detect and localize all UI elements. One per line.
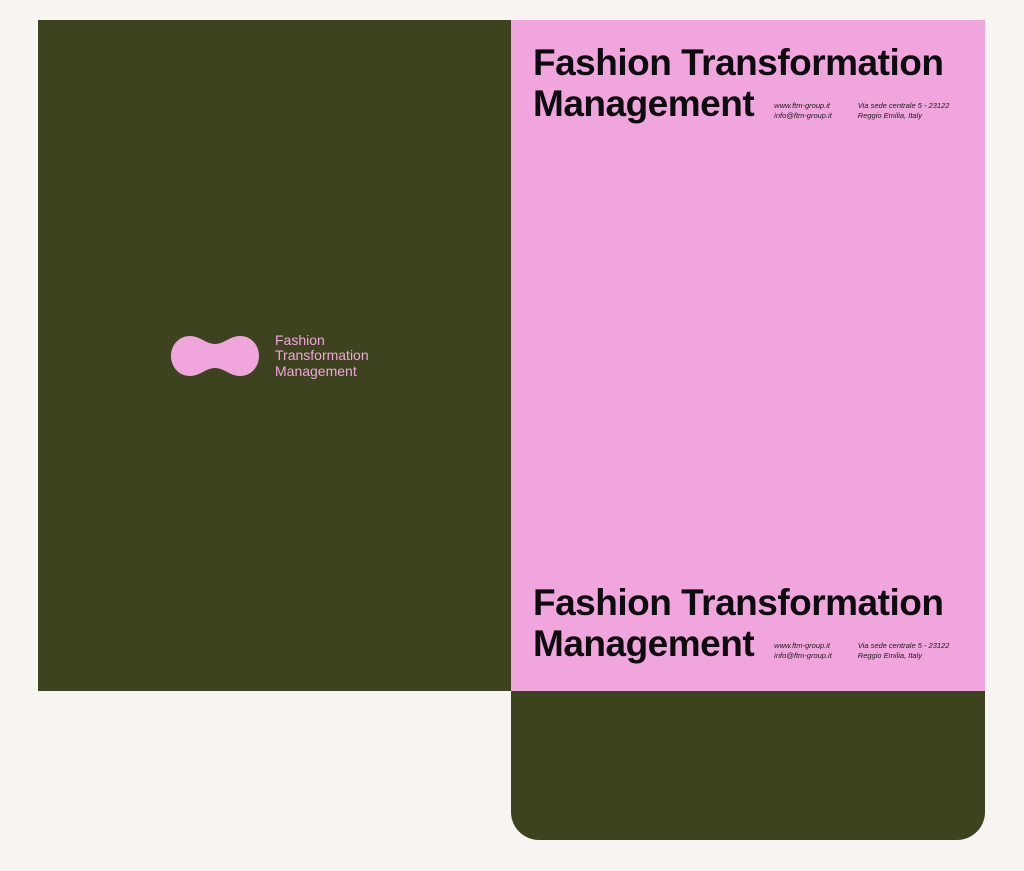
logo-line-3: Management	[275, 362, 357, 379]
email-text: info@ftm-group.it	[774, 650, 832, 660]
folder-pocket-flap	[511, 691, 985, 840]
header-block-bottom: Fashion Transformation Management www.ft…	[533, 582, 973, 664]
address-line-1: Via sede centrale 5 - 23122	[857, 101, 950, 110]
website-text: www.ftm-group.it	[774, 101, 831, 110]
logo-line-2: Transformation	[275, 347, 369, 364]
contact-address: Via sede centrale 5 - 23122 Reggio Emili…	[858, 101, 950, 120]
brand-logo: Fashion Transformation Management	[170, 332, 369, 380]
contact-web: www.ftm-group.it info@ftm-group.it	[774, 641, 832, 660]
email-text: info@ftm-group.it	[774, 110, 832, 120]
header-block-top: Fashion Transformation Management www.ft…	[533, 42, 973, 124]
logo-wordmark: Fashion Transformation Management	[275, 331, 369, 380]
website-text: www.ftm-group.it	[774, 641, 831, 650]
title-line-2: Management	[533, 623, 755, 664]
address-line-1: Via sede centrale 5 - 23122	[857, 641, 950, 650]
title-line-1: Fashion Transformation	[533, 582, 944, 623]
logo-line-1: Fashion	[275, 331, 325, 348]
logo-mark-icon	[171, 336, 259, 376]
title-line-2: Management	[533, 83, 755, 124]
contact-web: www.ftm-group.it info@ftm-group.it	[774, 101, 832, 120]
title-line-1: Fashion Transformation	[533, 42, 944, 83]
address-line-2: Reggio Emilia, Italy	[857, 110, 922, 120]
title-row: Management www.ftm-group.it info@ftm-gro…	[533, 623, 973, 664]
title-row: Management www.ftm-group.it info@ftm-gro…	[533, 83, 973, 124]
contact-address: Via sede centrale 5 - 23122 Reggio Emili…	[858, 641, 950, 660]
address-line-2: Reggio Emilia, Italy	[857, 650, 922, 660]
